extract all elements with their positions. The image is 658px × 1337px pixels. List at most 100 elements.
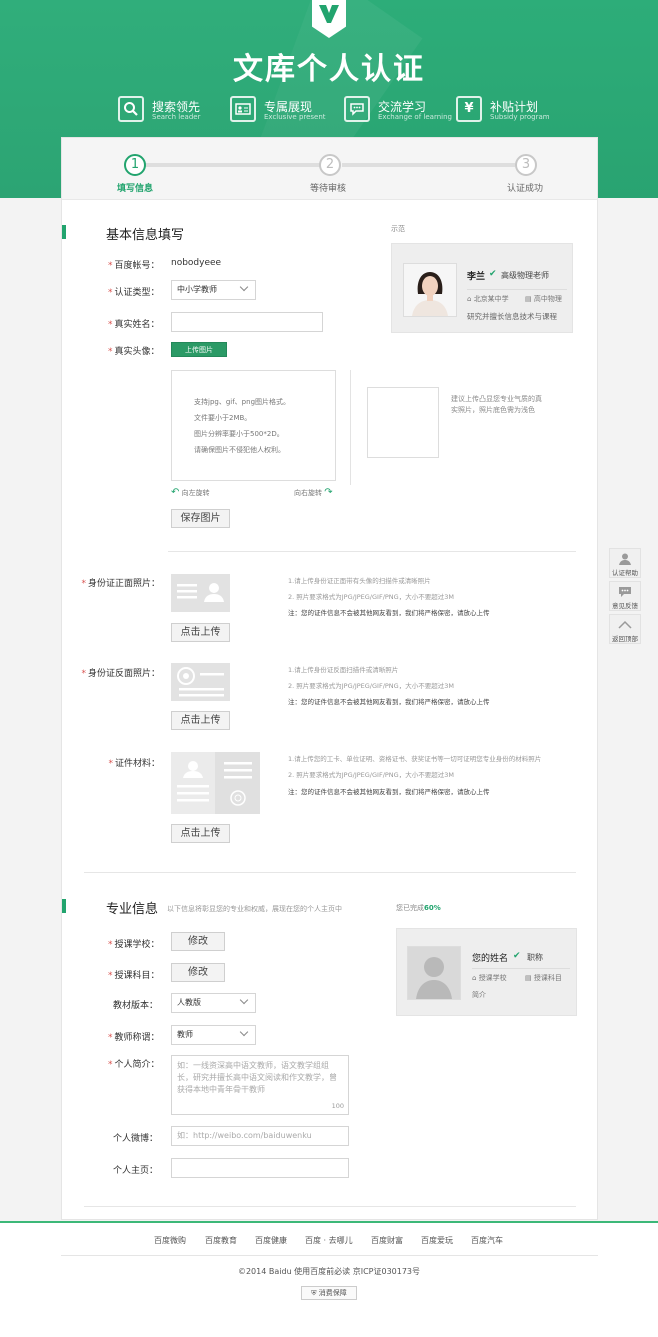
preview-tip: 建议上传凸显您专业气质的真实照片，照片底色需为浅色 (451, 395, 542, 414)
footer-link[interactable]: 百度汽车 (471, 1235, 503, 1246)
avatar-label: * 真实头像： (108, 347, 160, 357)
avatar-preview (367, 387, 439, 458)
section-divider (84, 1206, 576, 1207)
material-label: * 证件材料： (108, 759, 160, 769)
preview-name: 您的姓名 (472, 954, 509, 964)
preview-intro: 简介 (472, 991, 486, 999)
upload-tip: 图片分辨率要小于500*2D。 (194, 430, 284, 438)
modify-subject-button[interactable]: 修改 (171, 963, 225, 982)
baidu-account-label: * 百度帐号： (108, 261, 160, 271)
id-front-note: 2. 照片要求格式为JPG/JPEG/GIF/PNG，大小不要超过3M (288, 593, 454, 601)
section-divider (84, 872, 576, 873)
chevron-down-icon (239, 995, 249, 1005)
side-top-button[interactable]: 返回顶部 (609, 614, 641, 644)
step-1-circle: 1 (124, 154, 146, 176)
teacher-rank-label: * 教师称谓： (108, 1033, 160, 1043)
example-title: 高级物理老师 (501, 271, 549, 280)
section-marker (62, 899, 66, 913)
homepage-label: 个人主页： (112, 1166, 158, 1176)
feature-subtitle: Subsidy program (490, 113, 550, 121)
id-back-upload-button[interactable]: 点击上传 (171, 711, 230, 730)
preview-divider (472, 968, 570, 969)
verified-v-icon: ✔ (489, 269, 497, 279)
rotate-right-icon: ↷ (324, 487, 333, 498)
example-divider (467, 289, 567, 290)
cert-type-label: * 认证类型： (108, 288, 160, 298)
footer-link[interactable]: 百度微购 (154, 1235, 186, 1246)
char-counter: 100 (331, 1102, 344, 1110)
upload-tip: 支持jpg、gif、png图片格式。 (194, 398, 291, 406)
completion-status: 您已完成60% (396, 904, 441, 912)
upload-tip: 请确保图片不侵犯他人权利。 (194, 446, 285, 454)
privacy-note: 注：您的证件信息不会被其他网友看到，我们将严格保密，请放心上传 (288, 698, 490, 706)
material-sample-image (171, 752, 260, 814)
consumer-guarantee-badge[interactable]: ⛨ 消费保障 (301, 1286, 357, 1300)
example-subject: ▤ 高中物理 (525, 295, 562, 303)
footer-link[interactable]: 百度健康 (255, 1235, 287, 1246)
cert-type-select[interactable]: 中小学教师 (171, 280, 256, 300)
id-back-label: * 身份证反面照片： (81, 669, 160, 679)
preview-subject: ▤ 授课科目 (525, 974, 562, 982)
subject-label: * 授课科目： (108, 971, 160, 981)
feature-subtitle: Search leader (152, 113, 201, 121)
modify-school-button[interactable]: 修改 (171, 932, 225, 951)
feature-list: 搜索领先 Search leader 专属展现 Exclusive presen… (118, 96, 568, 126)
feedback-icon (619, 587, 631, 597)
teacher-rank-select[interactable]: 教师 (171, 1025, 256, 1045)
side-top-label: 返回顶部 (612, 635, 638, 643)
textbook-label: 教材版本： (112, 1001, 158, 1011)
material-upload-button[interactable]: 点击上传 (171, 824, 230, 843)
section-marker (62, 225, 66, 239)
rotate-right-button[interactable]: 向右旋转 ↷ (294, 487, 333, 498)
section-title-basic: 基本信息填写 (106, 228, 185, 243)
id-front-sample-image (171, 574, 230, 612)
page-title: 文库个人认证 (233, 52, 425, 87)
section-subtitle-pro: 以下信息将彰显您的专业和权威，展现在您的个人主页中 (167, 905, 342, 913)
id-back-note: 2. 照片要求格式为JPG/JPEG/GIF/PNG，大小不要超过3M (288, 682, 454, 690)
preview-title: 职称 (527, 953, 543, 962)
school-label: * 授课学校： (108, 940, 160, 950)
example-profile-card: 李兰 ✔ 高级物理老师 ⌂ 北京某中学 ▤ 高中物理 研究并擅长信息技术与课程 (391, 243, 573, 333)
step-2-label: 等待审核 (310, 184, 347, 194)
feature-subtitle: Exchange of learning (378, 113, 452, 121)
side-feedback-label: 意见反馈 (612, 602, 638, 610)
homepage-input[interactable] (171, 1158, 349, 1178)
baidu-account-value: nobodyeee (171, 258, 222, 268)
step-1-label: 填写信息 (117, 184, 154, 194)
intro-textarea[interactable]: 如：一线资深高中语文教师，语文教学组组长，研究并擅长高中语文阅读和作文教学，曾获… (171, 1055, 349, 1115)
feature-subtitle: Exclusive present (264, 113, 326, 121)
id-card-icon (230, 96, 256, 122)
step-connector (145, 163, 320, 167)
yuan-icon: ¥ (456, 96, 482, 122)
upload-image-button[interactable]: 上传图片 (171, 342, 227, 357)
verified-v-icon: ✔ (513, 951, 521, 961)
rotate-left-button[interactable]: ↶ 向左旋转 (171, 487, 210, 498)
step-3-label: 认证成功 (507, 184, 544, 194)
school-icon: ⌂ (467, 295, 472, 303)
id-front-upload-button[interactable]: 点击上传 (171, 623, 230, 642)
v-logo-icon (319, 5, 339, 23)
weibo-input[interactable]: 如：http://weibo.com/baiduwenku (171, 1126, 349, 1146)
side-feedback-button[interactable]: 意见反馈 (609, 581, 641, 611)
progress-steps: 1 2 3 填写信息 等待审核 认证成功 (62, 138, 597, 200)
real-name-input[interactable] (171, 312, 323, 332)
save-image-button[interactable]: 保存图片 (171, 509, 230, 528)
id-back-sample-image (171, 663, 230, 701)
textbook-select[interactable]: 人教版 (171, 993, 256, 1013)
step-2-circle: 2 (319, 154, 341, 176)
chevron-down-icon (239, 1027, 249, 1037)
footer-link[interactable]: 百度教育 (205, 1235, 237, 1246)
school-icon: ⌂ (472, 974, 477, 982)
user-help-icon (619, 553, 631, 565)
side-help-button[interactable]: 认证帮助 (609, 548, 641, 578)
privacy-note: 注：您的证件信息不会被其他网友看到，我们将严格保密，请放心上传 (288, 788, 490, 796)
footer-link[interactable]: 百度财富 (371, 1235, 403, 1246)
shield-icon: ⛨ (311, 1289, 317, 1297)
footer-link[interactable]: 百度 · 去哪儿 (305, 1235, 353, 1246)
footer-link[interactable]: 百度爱玩 (421, 1235, 453, 1246)
example-avatar (403, 263, 457, 317)
example-school: ⌂ 北京某中学 (467, 295, 509, 303)
chat-icon (344, 96, 370, 122)
avatar-crop-area[interactable]: 支持jpg、gif、png图片格式。 文件要小于2MB。 图片分辨率要小于500… (171, 370, 336, 481)
rotate-left-icon: ↶ (171, 487, 180, 498)
